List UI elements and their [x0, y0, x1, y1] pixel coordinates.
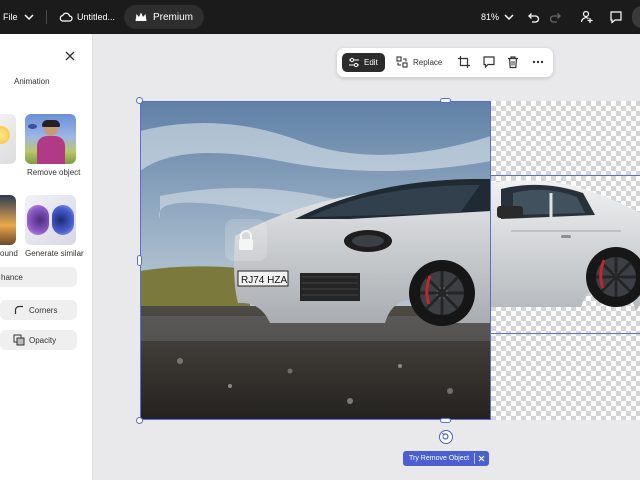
edit-label: Edit — [364, 58, 378, 67]
undo-icon[interactable] — [525, 9, 541, 25]
document-title[interactable]: Untitled... — [77, 12, 115, 22]
sliders-icon — [349, 57, 359, 68]
crop-icon[interactable] — [457, 55, 471, 69]
remove-object-label: Remove object — [27, 168, 81, 177]
generate-similar-label: Generate similar — [25, 249, 84, 258]
opacity-label: Opacity — [29, 336, 57, 345]
background-thumbnail[interactable] — [0, 195, 16, 245]
trash-icon[interactable] — [506, 55, 520, 69]
resize-handle-left[interactable] — [137, 255, 142, 266]
corners-icon — [14, 305, 23, 314]
corners-label: Corners — [29, 306, 58, 315]
resize-handle-top[interactable] — [440, 98, 451, 103]
selection-frame[interactable] — [140, 101, 491, 420]
edit-button[interactable]: Edit — [342, 53, 385, 72]
left-panel: Animation Remove object ound Generate si… — [0, 34, 93, 480]
replace-button[interactable]: Replace — [413, 58, 442, 67]
comment-icon[interactable] — [608, 9, 624, 25]
animation-label: Animation — [14, 77, 50, 86]
context-toolbar: Edit Replace — [337, 48, 553, 77]
avatar[interactable] — [632, 6, 640, 28]
resize-handle-top-left[interactable] — [136, 97, 143, 104]
object-selection-frame[interactable] — [491, 175, 640, 334]
share-user-icon[interactable] — [579, 9, 595, 25]
top-bar: File Untitled... Premium 81% — [0, 0, 640, 34]
close-icon[interactable] — [64, 50, 76, 62]
animation-thumbnail[interactable] — [0, 114, 16, 164]
close-icon[interactable] — [478, 455, 485, 462]
redo-icon[interactable] — [548, 9, 564, 25]
crown-icon — [135, 12, 147, 21]
background-label: ound — [0, 249, 18, 258]
corners-button[interactable]: Corners — [0, 300, 77, 320]
enhance-button[interactable]: hance — [0, 267, 77, 287]
divider — [474, 453, 475, 464]
remove-object-thumbnail[interactable] — [25, 114, 76, 164]
premium-label: Premium — [153, 12, 194, 23]
try-remove-object-label: Try Remove Object — [409, 455, 470, 462]
opacity-button[interactable]: Opacity — [0, 330, 77, 350]
zoom-chevron-icon[interactable] — [501, 9, 517, 25]
chevron-down-icon[interactable] — [21, 9, 37, 25]
opacity-icon — [13, 334, 25, 346]
generate-similar-thumbnail[interactable] — [25, 195, 76, 245]
rotate-icon — [441, 432, 449, 440]
replace-icon[interactable] — [395, 55, 409, 69]
file-menu[interactable]: File — [3, 12, 18, 22]
divider — [46, 10, 47, 24]
rotate-button[interactable] — [439, 430, 453, 444]
try-remove-object-button[interactable]: Try Remove Object — [403, 451, 489, 466]
zoom-level[interactable]: 81% — [481, 12, 499, 22]
premium-button[interactable]: Premium — [124, 5, 204, 29]
more-icon[interactable] — [531, 55, 545, 69]
cloud-icon — [59, 12, 73, 22]
resize-handle-bottom[interactable] — [440, 418, 451, 423]
comment-icon[interactable] — [482, 55, 496, 69]
resize-handle-bottom-left[interactable] — [136, 417, 143, 424]
enhance-label: hance — [1, 273, 23, 282]
